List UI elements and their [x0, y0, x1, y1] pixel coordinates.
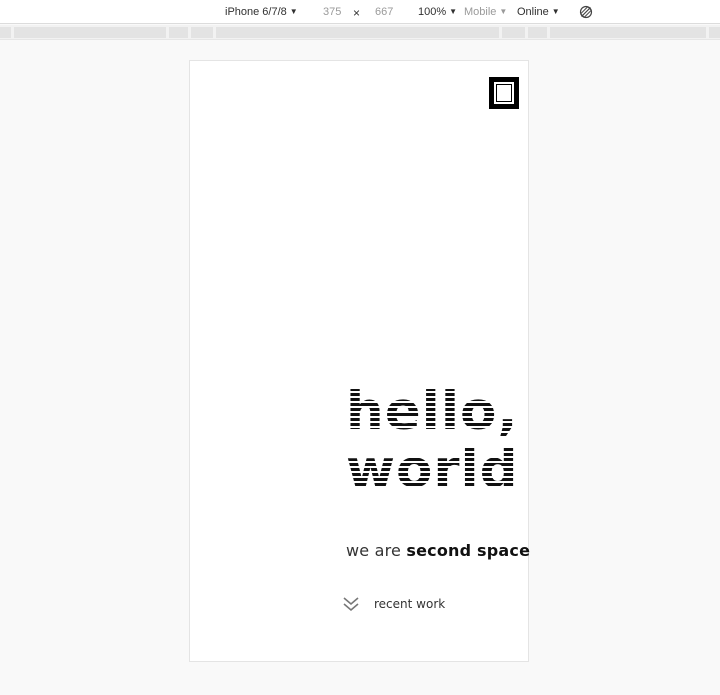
device-viewport: hello, world we are second space recent … [189, 60, 530, 662]
media-query-segment[interactable] [216, 27, 499, 38]
media-query-segment[interactable] [550, 27, 706, 38]
media-query-segment[interactable] [169, 27, 188, 38]
device-type-select[interactable]: Mobile ▼ [464, 5, 507, 19]
hero-title-line-2: world [346, 439, 519, 500]
hero-title: hello, world [346, 383, 526, 499]
double-chevron-down-icon [342, 595, 360, 613]
throttling-value: Online [517, 6, 549, 18]
zoom-select[interactable]: 100% ▼ [418, 5, 457, 19]
height-input[interactable]: 667 [375, 5, 393, 19]
tagline-emphasis: second space [406, 541, 531, 560]
dimension-separator: × [353, 6, 361, 20]
square-menu-icon[interactable] [489, 77, 519, 109]
device-name: iPhone 6/7/8 [225, 6, 287, 18]
zoom-caret-icon: ▼ [449, 7, 458, 16]
zoom-value: 100% [418, 6, 447, 18]
device-select[interactable]: iPhone 6/7/8 ▼ [225, 5, 298, 19]
throttling-caret-icon: ▼ [551, 7, 560, 16]
media-query-segment[interactable] [14, 27, 166, 38]
media-query-segment[interactable] [191, 27, 213, 38]
device-caret-icon: ▼ [289, 7, 298, 16]
tagline: we are second space [346, 541, 530, 560]
rotate-icon[interactable] [578, 4, 594, 20]
media-query-segment[interactable] [0, 27, 11, 38]
throttling-select[interactable]: Online ▼ [517, 5, 560, 19]
media-query-bar[interactable] [0, 25, 720, 40]
media-query-segment[interactable] [502, 27, 525, 38]
device-type-value: Mobile [464, 6, 497, 18]
width-input[interactable]: 375 [323, 5, 341, 19]
tagline-prefix: we are [346, 541, 407, 560]
media-query-segment[interactable] [709, 27, 720, 38]
device-type-caret-icon: ▼ [499, 7, 508, 16]
media-query-segment[interactable] [528, 27, 547, 38]
recent-work-link[interactable]: recent work [342, 594, 445, 614]
recent-work-label: recent work [374, 597, 446, 611]
hero-title-line-1: hello, [346, 381, 519, 442]
device-toolbar: iPhone 6/7/8 ▼ 375 × 667 100% ▼ Mobile ▼ On… [0, 0, 720, 24]
